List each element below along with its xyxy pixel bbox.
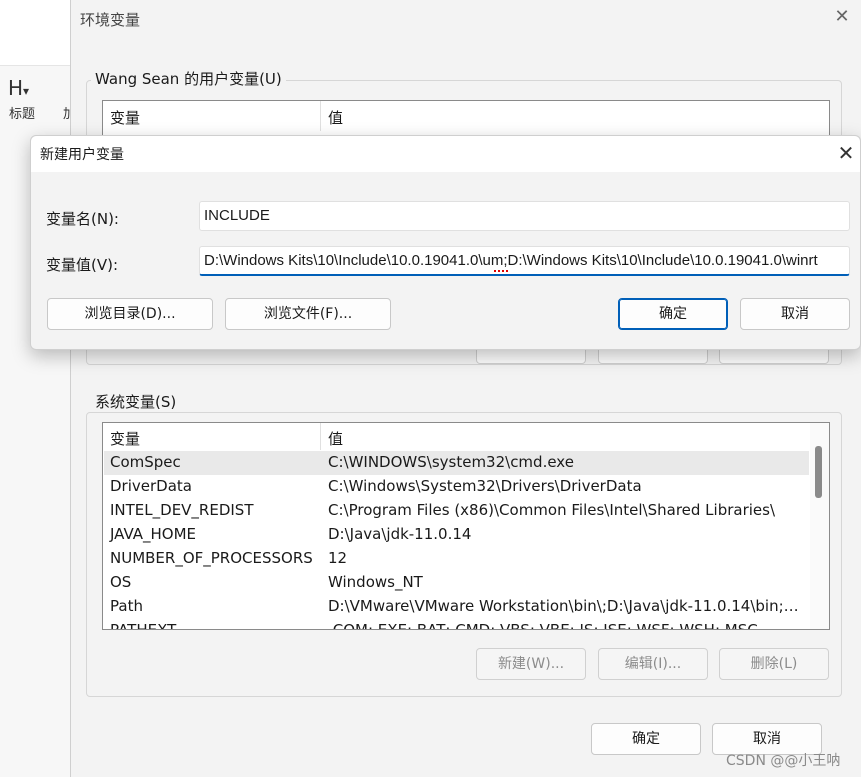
- row-var-name: PATHEXT: [110, 621, 176, 630]
- row-var-name: JAVA_HOME: [110, 525, 196, 543]
- dialog-titlebar: [31, 136, 860, 172]
- col-header-value[interactable]: 值: [328, 107, 343, 128]
- table-row[interactable]: DriverData C:\Windows\System32\Drivers\D…: [104, 475, 809, 499]
- system-delete-button[interactable]: 删除(L): [719, 648, 829, 680]
- browse-directory-button[interactable]: 浏览目录(D)...: [47, 298, 213, 330]
- row-var-name: DriverData: [110, 477, 192, 495]
- row-var-value: C:\Windows\System32\Drivers\DriverData: [328, 477, 806, 495]
- new-ok-button[interactable]: 确定: [618, 298, 728, 330]
- browse-file-button[interactable]: 浏览文件(F)...: [225, 298, 391, 330]
- heading-glyph: H: [8, 76, 23, 100]
- env-ok-button[interactable]: 确定: [591, 723, 701, 755]
- table-row[interactable]: INTEL_DEV_REDIST C:\Program Files (x86)\…: [104, 499, 809, 523]
- system-vars-table[interactable]: 变量 值 ComSpec C:\WINDOWS\system32\cmd.exe…: [102, 422, 830, 630]
- close-icon[interactable]: ✕: [831, 6, 853, 28]
- system-new-button[interactable]: 新建(W)...: [476, 648, 586, 680]
- row-var-name: OS: [110, 573, 131, 591]
- row-var-value: C:\Program Files (x86)\Common Files\Inte…: [328, 501, 806, 519]
- column-divider: [320, 101, 321, 131]
- row-var-name: Path: [110, 597, 143, 615]
- new-dialog-title: 新建用户变量: [40, 144, 124, 164]
- system-edit-button[interactable]: 编辑(I)...: [598, 648, 708, 680]
- close-icon[interactable]: ✕: [834, 141, 858, 165]
- chevron-down-icon: ▾: [23, 84, 29, 98]
- var-value-input[interactable]: D:\Windows Kits\10\Include\10.0.19041.0\…: [199, 246, 850, 276]
- scrollbar-thumb[interactable]: [815, 446, 822, 498]
- var-value-label: 变量值(V):: [46, 254, 118, 275]
- row-var-value: 12: [328, 549, 806, 567]
- row-var-value: C:\WINDOWS\system32\cmd.exe: [328, 453, 806, 471]
- heading-label: 标题: [9, 103, 35, 122]
- row-var-value: Windows_NT: [328, 573, 806, 591]
- watermark: CSDN @@小王呐: [726, 750, 840, 770]
- row-var-value: D:\VMware\VMware Workstation\bin\;D:\Jav…: [328, 597, 806, 615]
- col-header-value[interactable]: 值: [328, 428, 343, 449]
- system-vars-label: 系统变量(S): [91, 391, 180, 412]
- row-var-name: NUMBER_OF_PROCESSORS: [110, 549, 313, 567]
- var-name-input[interactable]: INCLUDE: [199, 201, 850, 231]
- row-var-value: .COM;.EXE;.BAT;.CMD;.VBS;.VBE;.JS;.JSE;.…: [328, 621, 806, 630]
- table-row[interactable]: PATHEXT .COM;.EXE;.BAT;.CMD;.VBS;.VBE;.J…: [104, 619, 809, 630]
- var-name-label: 变量名(N):: [46, 208, 119, 229]
- new-cancel-button[interactable]: 取消: [740, 298, 850, 330]
- row-var-name: ComSpec: [110, 453, 181, 471]
- table-row[interactable]: Path D:\VMware\VMware Workstation\bin\;D…: [104, 595, 809, 619]
- env-dialog-title: 环境变量: [80, 9, 140, 30]
- col-header-name[interactable]: 变量: [110, 428, 140, 449]
- row-var-name: INTEL_DEV_REDIST: [110, 501, 254, 519]
- heading-icon[interactable]: H▾: [8, 76, 29, 100]
- spellcheck-underline: [494, 268, 508, 272]
- table-row[interactable]: ComSpec C:\WINDOWS\system32\cmd.exe: [104, 451, 809, 475]
- user-vars-label: Wang Sean 的用户变量(U): [91, 68, 286, 89]
- table-row[interactable]: JAVA_HOME D:\Java\jdk-11.0.14: [104, 523, 809, 547]
- col-header-name[interactable]: 变量: [110, 107, 140, 128]
- table-row[interactable]: NUMBER_OF_PROCESSORS 12: [104, 547, 809, 571]
- column-divider: [320, 423, 321, 450]
- background-toolbar: [0, 0, 75, 66]
- row-var-value: D:\Java\jdk-11.0.14: [328, 525, 806, 543]
- var-value-text: D:\Windows Kits\10\Include\10.0.19041.0\…: [204, 252, 818, 269]
- table-row[interactable]: OS Windows_NT: [104, 571, 809, 595]
